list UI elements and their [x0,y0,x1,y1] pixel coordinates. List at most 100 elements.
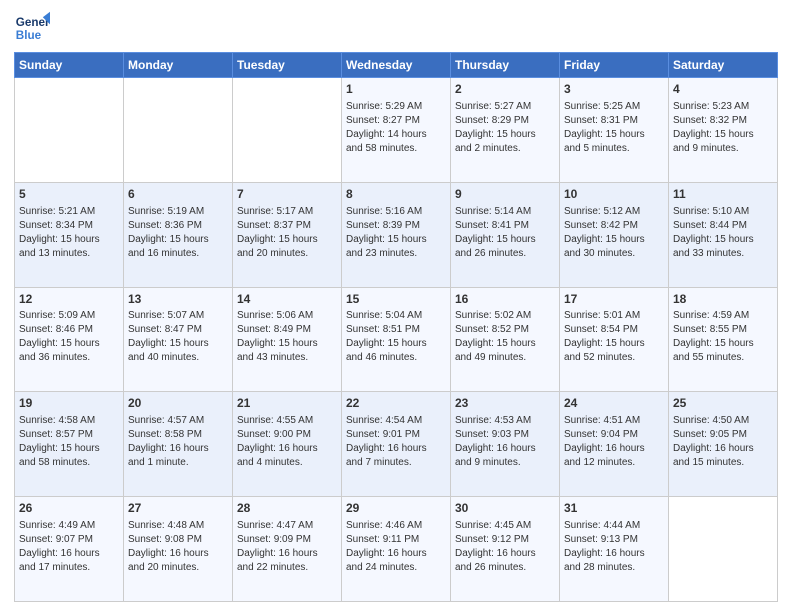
calendar-week-2: 12Sunrise: 5:09 AMSunset: 8:46 PMDayligh… [15,287,778,392]
day-info: Sunrise: 4:58 AM [19,414,119,428]
calendar-cell: 23Sunrise: 4:53 AMSunset: 9:03 PMDayligh… [451,392,560,497]
day-info: and 20 minutes. [128,561,228,575]
day-number: 21 [237,395,337,412]
day-info: Daylight: 15 hours [19,442,119,456]
day-info: and 13 minutes. [19,247,119,261]
calendar-week-4: 26Sunrise: 4:49 AMSunset: 9:07 PMDayligh… [15,497,778,602]
day-info: Sunrise: 5:21 AM [19,205,119,219]
day-info: Sunrise: 5:16 AM [346,205,446,219]
day-info: Sunrise: 5:29 AM [346,100,446,114]
day-info: Daylight: 15 hours [564,337,664,351]
calendar-cell: 12Sunrise: 5:09 AMSunset: 8:46 PMDayligh… [15,287,124,392]
day-info: and 28 minutes. [564,561,664,575]
day-info: and 9 minutes. [455,456,555,470]
day-info: Sunrise: 5:27 AM [455,100,555,114]
day-info: Sunset: 9:00 PM [237,428,337,442]
day-info: Daylight: 16 hours [19,547,119,561]
day-info: Sunset: 8:29 PM [455,114,555,128]
calendar-cell [233,78,342,183]
day-info: Sunset: 9:05 PM [673,428,773,442]
day-info: Sunset: 8:46 PM [19,323,119,337]
calendar-cell: 19Sunrise: 4:58 AMSunset: 8:57 PMDayligh… [15,392,124,497]
day-number: 22 [346,395,446,412]
day-info: Sunset: 8:36 PM [128,219,228,233]
day-info: Sunset: 8:47 PM [128,323,228,337]
day-info: and 15 minutes. [673,456,773,470]
calendar-week-0: 1Sunrise: 5:29 AMSunset: 8:27 PMDaylight… [15,78,778,183]
day-info: Daylight: 15 hours [237,337,337,351]
logo: General Blue [14,10,50,46]
day-info: Sunset: 8:52 PM [455,323,555,337]
day-info: Sunset: 9:01 PM [346,428,446,442]
day-info: Daylight: 16 hours [564,547,664,561]
calendar-cell: 29Sunrise: 4:46 AMSunset: 9:11 PMDayligh… [342,497,451,602]
calendar-cell: 18Sunrise: 4:59 AMSunset: 8:55 PMDayligh… [669,287,778,392]
calendar-week-3: 19Sunrise: 4:58 AMSunset: 8:57 PMDayligh… [15,392,778,497]
day-info: Daylight: 15 hours [673,233,773,247]
day-number: 16 [455,291,555,308]
day-info: Sunrise: 5:01 AM [564,309,664,323]
day-info: and 52 minutes. [564,351,664,365]
day-info: Daylight: 15 hours [128,233,228,247]
day-info: and 49 minutes. [455,351,555,365]
calendar-cell: 8Sunrise: 5:16 AMSunset: 8:39 PMDaylight… [342,182,451,287]
calendar-cell: 27Sunrise: 4:48 AMSunset: 9:08 PMDayligh… [124,497,233,602]
day-info: Sunset: 9:12 PM [455,533,555,547]
day-number: 20 [128,395,228,412]
day-info: Daylight: 15 hours [128,337,228,351]
day-info: Sunset: 9:09 PM [237,533,337,547]
svg-text:Blue: Blue [16,29,42,42]
day-info: Sunset: 8:44 PM [673,219,773,233]
day-info: Daylight: 16 hours [673,442,773,456]
day-info: Sunrise: 4:51 AM [564,414,664,428]
day-number: 17 [564,291,664,308]
calendar-cell: 2Sunrise: 5:27 AMSunset: 8:29 PMDaylight… [451,78,560,183]
calendar-table: SundayMondayTuesdayWednesdayThursdayFrid… [14,52,778,602]
day-info: Daylight: 16 hours [346,442,446,456]
day-number: 10 [564,186,664,203]
day-number: 19 [19,395,119,412]
calendar-cell [669,497,778,602]
day-info: Sunrise: 4:47 AM [237,519,337,533]
day-info: Sunrise: 4:45 AM [455,519,555,533]
day-number: 8 [346,186,446,203]
day-info: and 24 minutes. [346,561,446,575]
day-number: 29 [346,500,446,517]
day-info: Sunrise: 5:14 AM [455,205,555,219]
day-info: and 9 minutes. [673,142,773,156]
day-info: Sunrise: 5:06 AM [237,309,337,323]
day-info: Sunrise: 5:02 AM [455,309,555,323]
calendar-week-1: 5Sunrise: 5:21 AMSunset: 8:34 PMDaylight… [15,182,778,287]
day-header-thursday: Thursday [451,53,560,78]
day-number: 11 [673,186,773,203]
generalblue-logo-icon: General Blue [14,10,50,46]
day-number: 6 [128,186,228,203]
day-info: Daylight: 16 hours [237,547,337,561]
day-info: and 17 minutes. [19,561,119,575]
day-info: Daylight: 15 hours [455,233,555,247]
calendar-cell: 7Sunrise: 5:17 AMSunset: 8:37 PMDaylight… [233,182,342,287]
day-info: and 30 minutes. [564,247,664,261]
day-number: 5 [19,186,119,203]
day-number: 26 [19,500,119,517]
day-number: 13 [128,291,228,308]
day-info: Sunset: 8:49 PM [237,323,337,337]
day-number: 28 [237,500,337,517]
day-info: Sunset: 8:34 PM [19,219,119,233]
day-info: Sunrise: 4:59 AM [673,309,773,323]
day-info: Sunset: 8:32 PM [673,114,773,128]
day-info: Daylight: 14 hours [346,128,446,142]
day-info: Daylight: 16 hours [564,442,664,456]
calendar-cell: 22Sunrise: 4:54 AMSunset: 9:01 PMDayligh… [342,392,451,497]
day-info: Sunset: 8:55 PM [673,323,773,337]
calendar-cell: 4Sunrise: 5:23 AMSunset: 8:32 PMDaylight… [669,78,778,183]
day-header-tuesday: Tuesday [233,53,342,78]
day-info: Daylight: 15 hours [19,233,119,247]
day-header-wednesday: Wednesday [342,53,451,78]
day-info: Sunrise: 4:48 AM [128,519,228,533]
day-info: Daylight: 16 hours [128,442,228,456]
day-info: Sunset: 8:31 PM [564,114,664,128]
day-number: 18 [673,291,773,308]
day-number: 23 [455,395,555,412]
day-info: Sunrise: 5:19 AM [128,205,228,219]
